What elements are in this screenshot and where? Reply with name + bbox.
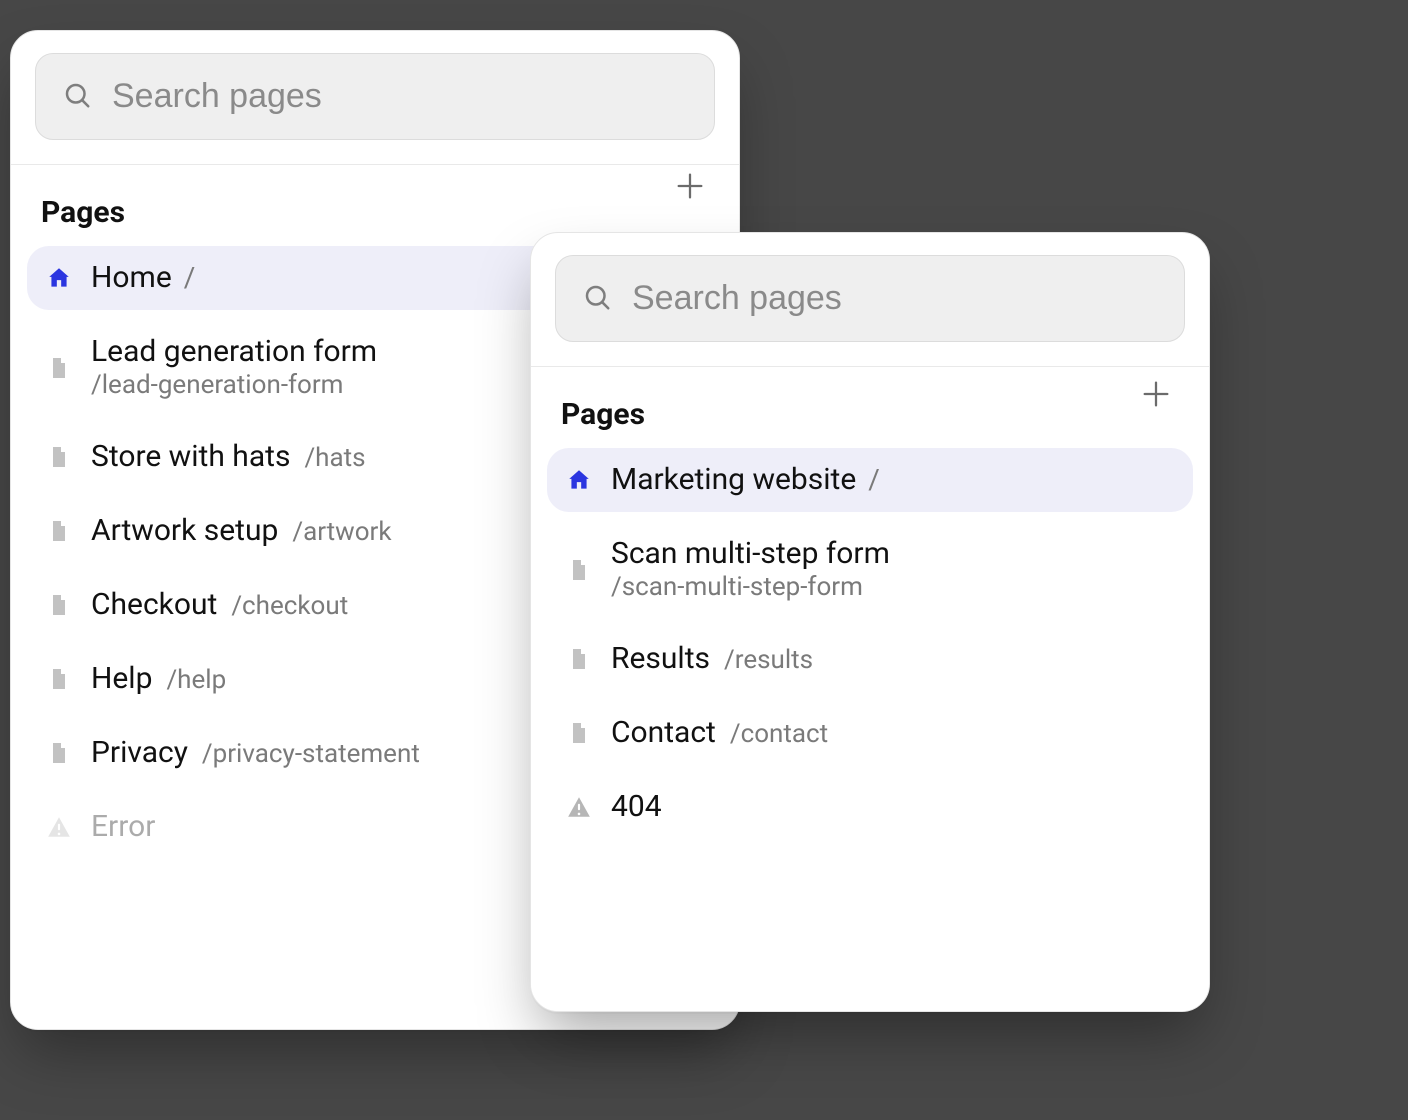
- search-box[interactable]: [35, 53, 715, 140]
- add-page-button[interactable]: [1129, 367, 1183, 421]
- page-item-path: /privacy-statement: [202, 739, 420, 770]
- page-item-labels: Artwork setup/artwork: [91, 513, 392, 549]
- page-icon: [45, 443, 73, 471]
- warning-icon: [565, 793, 593, 821]
- page-item[interactable]: Scan multi-step form/scan-multi-step-for…: [547, 522, 1193, 617]
- page-item-labels: Lead generation form/lead-generation-for…: [91, 334, 377, 401]
- add-page-button[interactable]: [663, 159, 717, 213]
- page-item-title: Results: [611, 641, 710, 677]
- warning-icon: [45, 813, 73, 841]
- page-item-path: /contact: [730, 719, 828, 750]
- page-icon: [45, 665, 73, 693]
- page-item-title: Error: [91, 809, 155, 845]
- page-item-path: /lead-generation-form: [91, 370, 377, 401]
- page-item-title: Scan multi-step form: [611, 536, 890, 572]
- page-item[interactable]: Marketing website /: [547, 448, 1193, 512]
- page-item-title: Privacy: [91, 735, 188, 771]
- page-icon: [45, 354, 73, 382]
- page-item-labels: Privacy/privacy-statement: [91, 735, 420, 771]
- pages-panel-right: Pages Marketing website / Scan multi-step …: [530, 232, 1210, 1012]
- search-input[interactable]: [630, 278, 1158, 319]
- page-item-title: Marketing website: [611, 462, 856, 498]
- pages-list: Marketing website / Scan multi-step form/s…: [531, 442, 1209, 859]
- page-item-labels: Error: [91, 809, 155, 845]
- page-icon: [565, 719, 593, 747]
- page-item-labels: 404: [611, 789, 662, 825]
- search-input[interactable]: [110, 76, 688, 117]
- pages-header: Pages: [531, 367, 1209, 442]
- page-icon: [45, 739, 73, 767]
- page-item-labels: Checkout/checkout: [91, 587, 348, 623]
- page-item-path: /: [868, 463, 880, 497]
- page-item-labels: Contact/contact: [611, 715, 828, 751]
- search-row: [11, 31, 739, 165]
- page-item-path: /checkout: [231, 591, 348, 622]
- page-item-labels: Home /: [91, 260, 195, 296]
- page-icon: [45, 591, 73, 619]
- page-item-path: /hats: [304, 443, 365, 474]
- page-item-title: Contact: [611, 715, 716, 751]
- page-item-title: Home: [91, 260, 172, 296]
- page-icon: [45, 517, 73, 545]
- page-item-path: /results: [724, 645, 813, 676]
- page-icon: [565, 556, 593, 584]
- page-item-labels: Scan multi-step form/scan-multi-step-for…: [611, 536, 890, 603]
- page-item-labels: Results/results: [611, 641, 813, 677]
- page-item[interactable]: 404: [547, 775, 1193, 839]
- page-item-title: Checkout: [91, 587, 217, 623]
- page-item-labels: Store with hats/hats: [91, 439, 366, 475]
- pages-heading: Pages: [561, 397, 1179, 432]
- page-item[interactable]: Contact/contact: [547, 701, 1193, 765]
- search-box[interactable]: [555, 255, 1185, 342]
- search-icon: [582, 282, 612, 316]
- search-icon: [62, 80, 92, 114]
- page-item-title: Help: [91, 661, 152, 697]
- page-item-path: /artwork: [292, 517, 391, 548]
- pages-header: Pages: [11, 165, 739, 240]
- home-icon: [45, 264, 73, 292]
- pages-heading: Pages: [41, 195, 709, 230]
- page-item-title: Store with hats: [91, 439, 290, 475]
- page-item-labels: Marketing website /: [611, 462, 880, 498]
- search-row: [531, 233, 1209, 367]
- page-item-path: /: [184, 261, 196, 295]
- page-item-title: 404: [611, 789, 662, 825]
- page-item-title: Lead generation form: [91, 334, 377, 370]
- page-item-path: /scan-multi-step-form: [611, 572, 890, 603]
- home-icon: [565, 466, 593, 494]
- page-icon: [565, 645, 593, 673]
- page-item[interactable]: Results/results: [547, 627, 1193, 691]
- bottom-fade: [531, 891, 1209, 1011]
- page-item-labels: Help/help: [91, 661, 226, 697]
- page-item-title: Artwork setup: [91, 513, 278, 549]
- page-item-path: /help: [166, 665, 226, 696]
